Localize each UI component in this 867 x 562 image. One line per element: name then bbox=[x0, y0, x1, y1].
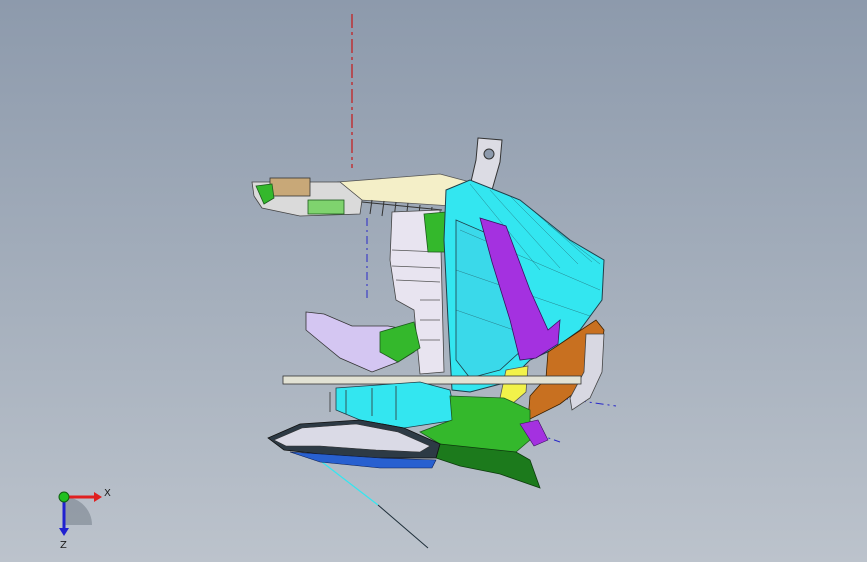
triad-z-label: Z bbox=[60, 540, 67, 551]
cad-model-canvas[interactable]: X Z bbox=[0, 0, 867, 562]
triad-x-label: X bbox=[104, 488, 111, 499]
diagonal-edge-line-cyan bbox=[321, 461, 379, 506]
tan-block[interactable] bbox=[269, 177, 311, 197]
bracket-hole bbox=[483, 148, 495, 160]
triad-y-origin bbox=[58, 491, 70, 503]
triad-x-arrow-icon bbox=[94, 492, 102, 502]
green-clip-mid[interactable] bbox=[307, 199, 345, 215]
triad-z-arrow-icon bbox=[59, 528, 69, 536]
cad-3d-viewport[interactable]: X Z bbox=[0, 0, 867, 562]
lower-dark-green-foot[interactable] bbox=[435, 443, 541, 489]
horizontal-rod[interactable] bbox=[282, 375, 582, 385]
diagonal-edge-line-dark bbox=[377, 504, 429, 549]
coordinate-triad: X Z bbox=[58, 488, 111, 551]
triad-shadow bbox=[64, 497, 92, 525]
